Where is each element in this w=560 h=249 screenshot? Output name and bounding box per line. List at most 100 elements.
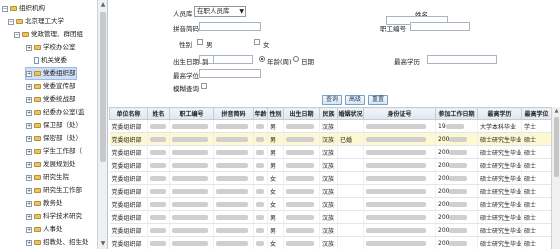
column-header[interactable]: 单位名称 bbox=[109, 107, 148, 120]
expand-icon[interactable]: + bbox=[26, 239, 32, 246]
male-checkbox[interactable] bbox=[197, 39, 203, 45]
degree-input[interactable] bbox=[427, 55, 497, 64]
column-header[interactable]: 婚姻状况 bbox=[337, 107, 364, 120]
cell-edu: 大学本科毕业 bbox=[477, 119, 522, 133]
expand-icon[interactable]: + bbox=[26, 213, 32, 220]
column-header[interactable]: 拼音简码 bbox=[213, 107, 254, 120]
table-row[interactable]: 党委组织部 男 汉族 200 硕士研究生毕业 硕士 bbox=[109, 158, 551, 172]
redacted-value bbox=[172, 227, 208, 233]
expand-icon[interactable]: + bbox=[26, 122, 32, 129]
expand-icon[interactable]: + bbox=[26, 161, 32, 168]
cell-unit: 党委组织部 bbox=[109, 171, 148, 185]
column-header[interactable]: 参加工作日期 bbox=[435, 107, 478, 120]
tree-root[interactable]: − 组织机构 bbox=[2, 3, 45, 14]
tree-item[interactable]: 机关党委 bbox=[26, 55, 67, 66]
tree-scrollbar[interactable]: ▲ ▼ bbox=[98, 0, 108, 249]
reset-button[interactable]: 重置 bbox=[368, 95, 388, 105]
scroll-up-icon[interactable]: ▲ bbox=[99, 1, 107, 9]
cell-ethnic: 汉族 bbox=[319, 119, 338, 133]
expand-icon[interactable]: + bbox=[26, 135, 32, 142]
tree-item[interactable]: + 党委宣传部 bbox=[26, 81, 76, 92]
degree-label: 最高学历 bbox=[394, 58, 420, 66]
tree-item[interactable]: + 纪委办公室(监 bbox=[26, 107, 85, 118]
cell-gender: 女 bbox=[267, 171, 284, 185]
redacted-value bbox=[216, 162, 248, 168]
tree-item-label: 保密部（处） bbox=[43, 134, 82, 142]
column-header[interactable]: 性别 bbox=[267, 107, 284, 120]
table-row[interactable]: 党委组织部 男 汉族 已婚 200 硕士研究生毕业 硕士 bbox=[109, 132, 551, 146]
main-panel: 人员库 在职人员库 ▼ 姓名 拼音简码 职工编号 性别 男 女 出生日期 到 年… bbox=[109, 0, 560, 249]
tree-item[interactable]: + 研究生工作部 bbox=[26, 185, 82, 196]
redacted-value bbox=[256, 123, 264, 129]
expand-icon[interactable]: + bbox=[26, 96, 32, 103]
tree-item[interactable]: + 招教处、招生处 bbox=[26, 237, 89, 248]
tree-item[interactable]: + 发展规划处 bbox=[26, 159, 76, 170]
advanced-button[interactable]: 高级 bbox=[345, 95, 365, 105]
table-row[interactable]: 党委组织部 女 汉族 200 硕士研究生毕业 硕士 bbox=[109, 236, 551, 249]
tree-item[interactable]: + 教务处 bbox=[26, 198, 63, 209]
collapse-icon[interactable]: − bbox=[8, 18, 14, 25]
tree-item[interactable]: + 研究生院 bbox=[26, 172, 69, 183]
table-row[interactable]: 党委组织部 男 汉族 200 硕士研究生毕业 硕士 bbox=[109, 145, 551, 159]
expand-icon[interactable]: + bbox=[26, 226, 32, 233]
birth-to-input[interactable] bbox=[213, 55, 253, 64]
collapse-icon[interactable]: − bbox=[14, 31, 20, 38]
redacted-value bbox=[286, 201, 314, 207]
redacted-value bbox=[449, 175, 468, 181]
expand-icon[interactable]: + bbox=[26, 109, 32, 116]
tree-item[interactable]: + 党委组织部 bbox=[25, 67, 77, 80]
tree-item[interactable]: + 保卫部（处） bbox=[26, 120, 82, 131]
expand-icon[interactable]: + bbox=[26, 83, 32, 90]
tree-scroll-thumb[interactable] bbox=[100, 12, 106, 162]
column-header[interactable]: 职工编号 bbox=[169, 107, 214, 120]
redacted-value bbox=[256, 227, 264, 233]
tree-item[interactable]: + 学校办公室 bbox=[26, 42, 76, 53]
column-header[interactable]: 民族 bbox=[319, 107, 338, 120]
tree-item-label: 研究生院 bbox=[43, 173, 69, 181]
column-header[interactable]: 姓名 bbox=[147, 107, 170, 120]
expand-icon[interactable]: + bbox=[26, 70, 32, 77]
tree-item[interactable]: + 人事处 bbox=[26, 224, 63, 235]
query-button[interactable]: 查询 bbox=[322, 95, 342, 105]
scroll-up-icon[interactable]: ▲ bbox=[552, 107, 560, 115]
redacted-value bbox=[449, 149, 468, 155]
tree-item[interactable]: + 科学技术研究 bbox=[26, 211, 82, 222]
date-radio[interactable] bbox=[293, 56, 299, 62]
table-row[interactable]: 党委组织部 女 汉族 200 硕士研究生毕业 硕士 bbox=[109, 197, 551, 211]
table-scrollbar[interactable]: ▲ bbox=[551, 107, 560, 249]
tree-college[interactable]: − 党政管理、群团组 bbox=[14, 29, 83, 40]
table-row[interactable]: 党委组织部 男 汉族 200 硕士研究生毕业 硕士 bbox=[109, 210, 551, 224]
scroll-down-icon[interactable]: ▼ bbox=[99, 240, 107, 248]
table-row[interactable]: 党委组织部 男 汉族 19 大学本科毕业 学士 bbox=[109, 119, 551, 133]
table-row[interactable]: 党委组织部 男 汉族 200 硕士研究生毕业 硕士 bbox=[109, 223, 551, 237]
highest-degree-input[interactable] bbox=[199, 69, 261, 78]
tree-item[interactable]: + 学生工作部（ bbox=[26, 146, 82, 157]
column-header[interactable]: 身份证号 bbox=[363, 107, 436, 120]
tree-item-label: 招教处、招生处 bbox=[43, 238, 89, 246]
pinyin-input[interactable] bbox=[199, 22, 261, 31]
table-scroll-thumb[interactable] bbox=[554, 117, 559, 177]
column-header[interactable]: 年龄 bbox=[253, 107, 268, 120]
personnel-select[interactable]: 在职人员库 ▼ bbox=[194, 6, 246, 17]
tree-item[interactable]: + 党委统战部 bbox=[26, 94, 76, 105]
expand-icon[interactable]: + bbox=[26, 187, 32, 194]
female-checkbox[interactable] bbox=[254, 39, 260, 45]
expand-icon[interactable]: + bbox=[26, 44, 32, 51]
collapse-icon[interactable]: − bbox=[2, 5, 8, 12]
cell-gender: 男 bbox=[267, 158, 284, 172]
expand-icon[interactable]: + bbox=[26, 148, 32, 155]
column-header[interactable]: 出生日期 bbox=[283, 107, 320, 120]
column-header[interactable]: 最高学历 bbox=[477, 107, 522, 120]
expand-icon[interactable]: + bbox=[26, 174, 32, 181]
column-header[interactable]: 最高学位 bbox=[521, 107, 551, 120]
redacted-value bbox=[256, 175, 264, 181]
cell-gender: 女 bbox=[267, 236, 284, 249]
tree-item[interactable]: + 保密部（处） bbox=[26, 133, 82, 144]
table-row[interactable]: 党委组织部 女 汉族 200 硕士研究生毕业 硕士 bbox=[109, 171, 551, 185]
expand-icon[interactable]: + bbox=[26, 200, 32, 207]
age-radio[interactable] bbox=[259, 56, 265, 62]
staff-id-input[interactable] bbox=[410, 22, 470, 31]
table-row[interactable]: 党委组织部 女 汉族 200 硕士研究生毕业 硕士 bbox=[109, 184, 551, 198]
fuzzy-checkbox[interactable] bbox=[201, 83, 207, 89]
tree-school[interactable]: − 北京理工大学 bbox=[8, 16, 64, 27]
